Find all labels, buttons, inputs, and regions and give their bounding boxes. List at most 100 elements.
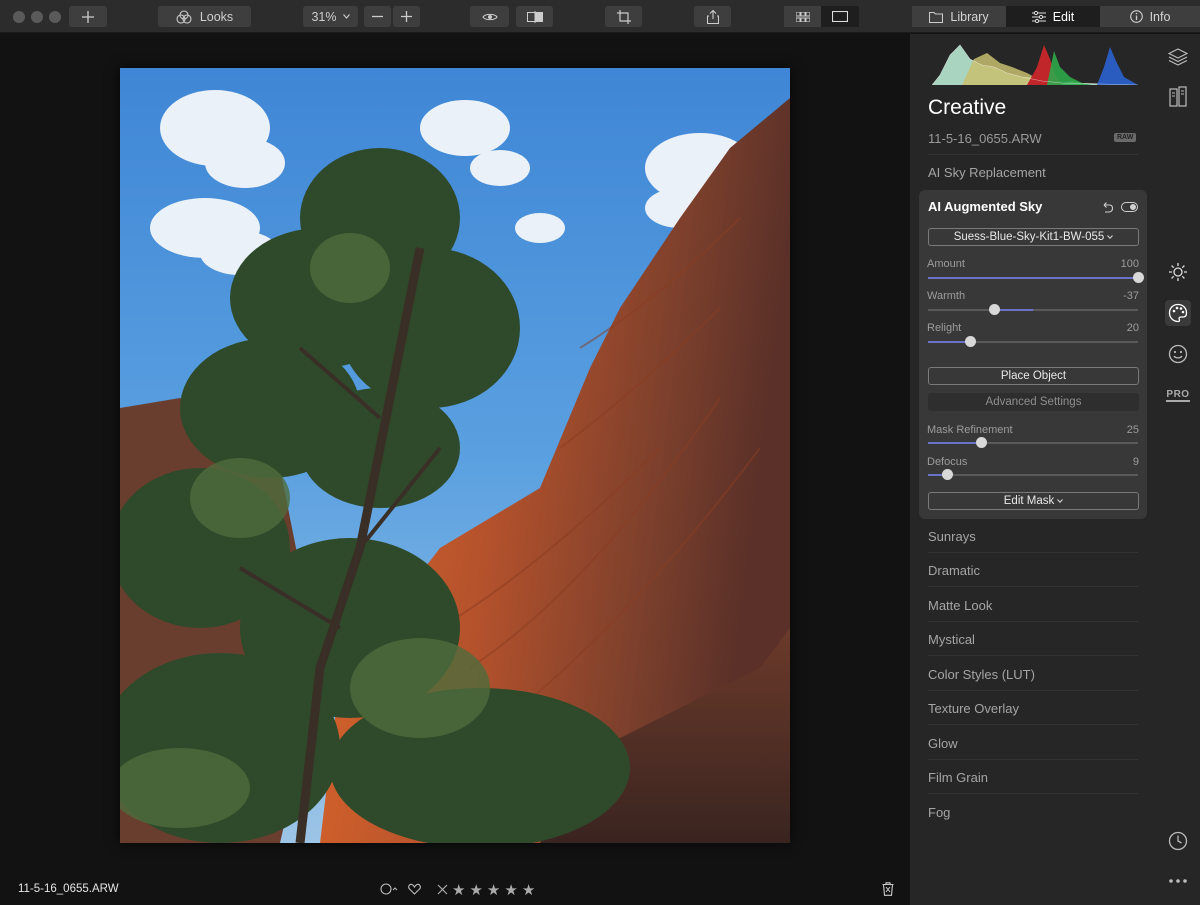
tab-info-label: Info xyxy=(1149,9,1171,24)
slider-amount-label: Amount xyxy=(927,258,965,270)
divider xyxy=(928,154,1138,155)
layout-toggle xyxy=(784,6,859,27)
slider-mask-refinement-label: Mask Refinement xyxy=(927,424,1013,436)
share-button[interactable] xyxy=(694,6,731,27)
image-canvas[interactable]: 11-5-16_0655.ARW ★ ★ ★ ★ ★ xyxy=(0,34,910,905)
divider xyxy=(928,759,1138,760)
tool-sunrays[interactable]: Sunrays xyxy=(928,529,976,544)
chevron-down-icon xyxy=(342,14,350,19)
edit-panel: Creative 11-5-16_0655.ARW RAW AI Sky Rep… xyxy=(910,34,1155,905)
compare-button[interactable] xyxy=(516,6,553,27)
rating-star-3[interactable]: ★ xyxy=(487,881,500,899)
tab-info[interactable]: Info xyxy=(1100,6,1200,27)
pro-tools-button[interactable]: PRO xyxy=(1165,382,1191,408)
advanced-settings-button[interactable]: Advanced Settings xyxy=(928,393,1139,411)
slider-knob[interactable] xyxy=(1133,272,1144,283)
rating-star-1[interactable]: ★ xyxy=(452,881,465,899)
sliders-icon xyxy=(1031,10,1046,23)
more-options-icon[interactable] xyxy=(1165,868,1191,894)
portrait-face-icon[interactable] xyxy=(1165,341,1191,367)
sky-preset-value: Suess-Blue-Sky-Kit1-BW-055 xyxy=(953,231,1105,243)
crop-button[interactable] xyxy=(605,6,642,27)
card-title: AI Augmented Sky xyxy=(928,199,1043,214)
add-button[interactable] xyxy=(69,6,107,27)
slider-relight-label: Relight xyxy=(927,322,962,334)
sky-preset-dropdown[interactable]: Suess-Blue-Sky-Kit1-BW-055 xyxy=(928,228,1139,246)
zoom-window-button[interactable] xyxy=(49,11,61,23)
slider-warmth-value: -37 xyxy=(1123,290,1139,302)
slider-mask-refinement[interactable] xyxy=(928,437,1138,448)
close-window-button[interactable] xyxy=(13,11,25,23)
heart-icon[interactable] xyxy=(408,883,421,898)
histogram xyxy=(931,37,1139,86)
tool-ai-sky-replacement[interactable]: AI Sky Replacement xyxy=(928,165,1046,180)
divider xyxy=(928,793,1138,794)
compare-icon xyxy=(526,10,543,23)
slider-defocus-value: 9 xyxy=(1132,456,1139,468)
slider-fill xyxy=(928,442,981,444)
history-clock-icon[interactable] xyxy=(1165,828,1191,854)
divider xyxy=(928,552,1138,553)
minimize-window-button[interactable] xyxy=(31,11,43,23)
zoom-dropdown[interactable]: 31% xyxy=(303,6,358,27)
rating-bar: ★ ★ ★ ★ ★ xyxy=(380,881,535,899)
tab-edit[interactable]: Edit xyxy=(1006,6,1100,27)
tool-matte-look[interactable]: Matte Look xyxy=(928,598,992,613)
tab-edit-label: Edit xyxy=(1052,9,1075,24)
slider-defocus[interactable] xyxy=(928,469,1138,480)
trash-icon[interactable] xyxy=(882,882,894,901)
photo-image xyxy=(120,68,790,843)
creative-palette-icon[interactable] xyxy=(1165,300,1191,326)
panel-title: Creative xyxy=(928,96,1007,119)
app-window: Looks 31% Library Edit Info 11-5-16_0655… xyxy=(0,0,1200,905)
tool-glow[interactable]: Glow xyxy=(928,736,958,751)
looks-button[interactable]: Looks xyxy=(158,6,251,27)
eye-icon xyxy=(481,13,498,20)
tool-color-styles-lut[interactable]: Color Styles (LUT) xyxy=(928,667,1035,682)
rating-star-5[interactable]: ★ xyxy=(522,881,535,899)
slider-amount[interactable] xyxy=(928,272,1144,283)
rating-star-2[interactable]: ★ xyxy=(469,881,482,899)
essentials-sun-icon[interactable] xyxy=(1165,259,1191,285)
share-icon xyxy=(706,9,719,24)
slider-warmth-label: Warmth xyxy=(927,290,966,302)
grid-view-button[interactable] xyxy=(784,6,821,27)
slider-defocus-label: Defocus xyxy=(927,456,968,468)
slider-knob[interactable] xyxy=(989,304,1001,315)
layers-icon[interactable] xyxy=(1165,44,1191,70)
tab-library[interactable]: Library xyxy=(912,6,1006,27)
slider-knob[interactable] xyxy=(965,336,976,347)
divider xyxy=(928,655,1138,656)
edit-mask-button[interactable]: Edit Mask xyxy=(928,492,1139,510)
looks-icon xyxy=(176,9,192,24)
reject-icon[interactable] xyxy=(437,883,448,898)
zoom-in-button[interactable] xyxy=(393,6,420,27)
color-label-icon[interactable] xyxy=(380,882,398,898)
tool-film-grain[interactable]: Film Grain xyxy=(928,770,988,785)
place-object-button[interactable]: Place Object xyxy=(928,367,1139,385)
slider-knob[interactable] xyxy=(975,437,987,448)
slider-relight[interactable] xyxy=(928,336,1138,347)
slider-fill xyxy=(928,277,1138,279)
zoom-value: 31% xyxy=(311,9,337,24)
crop-icon xyxy=(616,9,631,24)
presets-icon[interactable] xyxy=(1165,84,1191,110)
panel-filename: 11-5-16_0655.ARW xyxy=(928,131,1042,146)
slider-knob[interactable] xyxy=(941,469,953,480)
tool-texture-overlay[interactable]: Texture Overlay xyxy=(928,701,1019,716)
tool-mystical[interactable]: Mystical xyxy=(928,632,975,647)
grid-icon xyxy=(795,11,810,22)
enable-toggle[interactable] xyxy=(1121,202,1138,212)
divider xyxy=(928,724,1138,725)
view-tabs: Library Edit Info xyxy=(912,6,1200,27)
tool-dramatic[interactable]: Dramatic xyxy=(928,563,980,578)
preview-button[interactable] xyxy=(470,6,509,27)
tool-fog[interactable]: Fog xyxy=(928,805,950,820)
single-view-button[interactable] xyxy=(821,6,859,27)
slider-warmth[interactable] xyxy=(928,304,1138,315)
zoom-out-button[interactable] xyxy=(364,6,391,27)
rating-star-4[interactable]: ★ xyxy=(504,881,517,899)
divider xyxy=(928,690,1138,691)
undo-icon[interactable] xyxy=(1101,200,1114,218)
edited-photo[interactable] xyxy=(120,68,790,843)
